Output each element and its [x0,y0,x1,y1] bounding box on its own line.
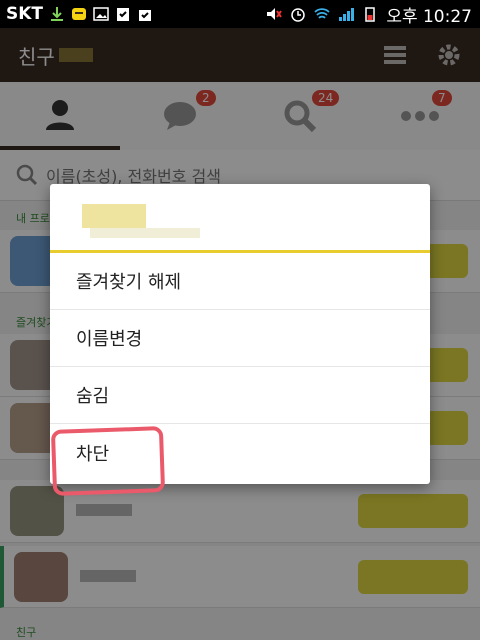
clock: 오후 10:27 [386,6,472,27]
blurred-friend-name [82,204,146,228]
wifi-icon [314,8,330,19]
alarm-icon [291,8,306,22]
battery-icon [365,7,376,22]
status-bar: SKT 오후 10:27 [0,0,480,28]
menu-item-unfavorite[interactable]: 즐겨찾기 해제 [50,253,430,310]
clipboard-check-icon [117,8,130,21]
dialog-header [50,184,430,253]
download-icon [51,7,64,21]
carrier-label: SKT [6,4,44,24]
signal-icon [339,8,355,21]
menu-item-rename[interactable]: 이름변경 [50,310,430,367]
talk-icon [72,8,87,20]
bag-check-icon [139,10,152,21]
image-icon [93,7,109,21]
blurred-decoration [90,228,200,238]
annotation-highlight [50,426,166,496]
mute-icon [267,8,283,20]
menu-item-hide[interactable]: 숨김 [50,367,430,424]
